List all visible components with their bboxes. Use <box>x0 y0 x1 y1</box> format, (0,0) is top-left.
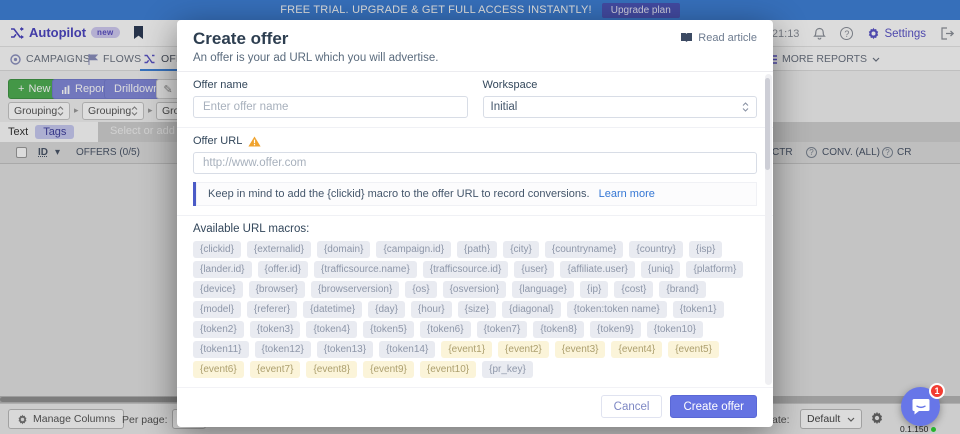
modal-scrollbar-thumb[interactable] <box>765 78 770 170</box>
macro-chip[interactable]: {token2} <box>193 321 244 338</box>
modal-footer: Cancel Create offer <box>177 387 773 427</box>
read-article-link[interactable]: Read article <box>680 29 757 64</box>
macro-chip[interactable]: {uniq} <box>641 261 681 278</box>
macro-chip[interactable]: {token10} <box>647 321 703 338</box>
read-article-label: Read article <box>698 32 757 44</box>
macro-chip[interactable]: {event9} <box>363 361 414 378</box>
version-number: 0.1.150 <box>900 424 928 434</box>
macro-chip[interactable]: {cost} <box>614 281 653 298</box>
macro-chip[interactable]: {token8} <box>533 321 584 338</box>
macro-chip[interactable]: {token7} <box>477 321 528 338</box>
offer-url-section: Offer URL Keep in mind to add the {click… <box>177 127 773 215</box>
workspace-label: Workspace <box>483 79 758 91</box>
macro-chip[interactable]: {token5} <box>363 321 414 338</box>
macro-chip[interactable]: {datetime} <box>303 301 362 318</box>
macro-chip[interactable]: {size} <box>458 301 496 318</box>
macro-chip[interactable]: {event7} <box>250 361 301 378</box>
book-icon <box>680 32 693 43</box>
macro-chip[interactable]: {event4} <box>611 341 662 358</box>
modal-scrollbar[interactable] <box>765 74 772 385</box>
create-offer-button[interactable]: Create offer <box>670 395 757 418</box>
macro-chip[interactable]: {lander.id} <box>193 261 252 278</box>
macro-chip[interactable]: {os} <box>405 281 436 298</box>
macro-chip[interactable]: {event5} <box>668 341 719 358</box>
macro-list: {clickid} {externalid} {domain} {campaign.i… <box>193 241 757 378</box>
macro-chip[interactable]: {pr_key} <box>482 361 533 378</box>
macro-chip[interactable]: {platform} <box>686 261 743 278</box>
offer-url-input[interactable] <box>193 152 757 174</box>
macro-chip[interactable]: {token3} <box>250 321 301 338</box>
offer-name-input[interactable] <box>193 96 468 118</box>
macro-chip[interactable]: {device} <box>193 281 243 298</box>
macro-chip[interactable]: {ip} <box>580 281 608 298</box>
macro-chip[interactable]: {token:token name} <box>567 301 667 318</box>
macro-chip[interactable]: {trafficsource.name} <box>314 261 417 278</box>
macro-chip[interactable]: {model} <box>193 301 241 318</box>
learn-more-link[interactable]: Learn more <box>599 188 655 200</box>
macro-chip[interactable]: {diagonal} <box>502 301 561 318</box>
macro-chip[interactable]: {countryname} <box>545 241 624 258</box>
warning-icon <box>248 136 261 147</box>
version-label: 0.1.150 <box>900 424 936 434</box>
macro-chip[interactable]: {token4} <box>306 321 357 338</box>
clickid-note: Keep in mind to add the {clickid} macro … <box>193 182 757 206</box>
macro-chip[interactable]: {isp} <box>689 241 722 258</box>
modal-title: Create offer <box>193 29 438 49</box>
macro-chip[interactable]: {country} <box>629 241 682 258</box>
clickid-note-text: Keep in mind to add the {clickid} macro … <box>208 188 590 200</box>
macro-chip[interactable]: {event2} <box>498 341 549 358</box>
create-offer-modal: Create offer An offer is your ad URL whi… <box>177 20 773 427</box>
chat-notification-badge: 1 <box>929 383 945 399</box>
offer-name-label: Offer name <box>193 79 468 91</box>
macro-chip[interactable]: {trafficsource.id} <box>423 261 509 278</box>
macro-chip[interactable]: {token9} <box>590 321 641 338</box>
modal-body: Offer name Workspace Initial Offer URL <box>177 72 773 387</box>
macro-chip[interactable]: {offer.id} <box>258 261 309 278</box>
workspace-select[interactable]: Initial <box>483 96 758 118</box>
macro-chip[interactable]: {token14} <box>379 341 435 358</box>
offer-url-label: Offer URL <box>193 135 242 147</box>
macro-chip[interactable]: {campaign.id} <box>376 241 451 258</box>
status-dot <box>931 427 936 432</box>
modal-header: Create offer An offer is your ad URL whi… <box>177 20 773 72</box>
macro-chip[interactable]: {hour} <box>411 301 452 318</box>
macro-chip[interactable]: {token11} <box>193 341 249 358</box>
modal-subtitle: An offer is your ad URL which you will a… <box>193 52 438 64</box>
cancel-button[interactable]: Cancel <box>601 395 663 418</box>
updown-icon <box>742 102 749 112</box>
macro-chip[interactable]: {event6} <box>193 361 244 378</box>
macro-chip[interactable]: {token1} <box>673 301 724 318</box>
macro-chip[interactable]: {brand} <box>659 281 705 298</box>
macros-heading: Available URL macros: <box>193 223 757 235</box>
macro-chip[interactable]: {event8} <box>306 361 357 378</box>
name-workspace-section: Offer name Workspace Initial <box>177 72 773 127</box>
macro-chip[interactable]: {city} <box>503 241 539 258</box>
macro-chip[interactable]: {externalid} <box>247 241 311 258</box>
workspace-value: Initial <box>491 101 518 113</box>
macro-chip[interactable]: {referer} <box>247 301 297 318</box>
macro-chip[interactable]: {affiliate.user} <box>560 261 634 278</box>
macro-chip[interactable]: {event1} <box>441 341 492 358</box>
macro-chip[interactable]: {event10} <box>420 361 476 378</box>
macro-chip[interactable]: {token6} <box>420 321 471 338</box>
macro-chip[interactable]: {language} <box>512 281 574 298</box>
macro-chip[interactable]: {token12} <box>255 341 311 358</box>
macro-chip[interactable]: {osversion} <box>443 281 506 298</box>
macro-chip[interactable]: {user} <box>514 261 554 278</box>
macro-chip[interactable]: {domain} <box>317 241 370 258</box>
macro-chip[interactable]: {browserversion} <box>311 281 399 298</box>
macro-chip[interactable]: {token13} <box>317 341 373 358</box>
macros-section: Available URL macros: {clickid} {external… <box>177 215 773 387</box>
macro-chip[interactable]: {clickid} <box>193 241 241 258</box>
macro-chip[interactable]: {browser} <box>249 281 305 298</box>
macro-chip[interactable]: {event3} <box>555 341 606 358</box>
macro-chip[interactable]: {path} <box>457 241 497 258</box>
macro-chip[interactable]: {day} <box>368 301 405 318</box>
chat-bubble-icon <box>912 398 930 415</box>
